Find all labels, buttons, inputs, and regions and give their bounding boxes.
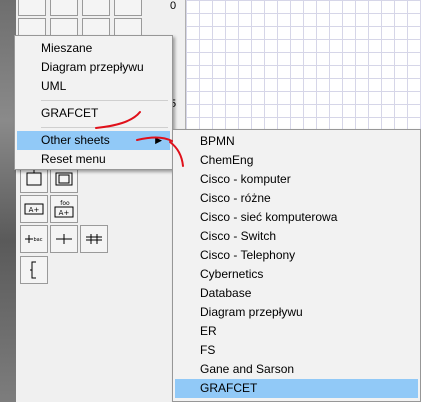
menu-item-other-sheets[interactable]: Other sheets ▶ <box>17 131 170 150</box>
menu-separator <box>41 100 168 101</box>
submenu-item-gane-and-sarson[interactable]: Gane and Sarson <box>175 360 418 379</box>
grafcet-transition-label-icon: bac <box>25 235 43 243</box>
grafcet-double-transition-icon <box>86 234 102 244</box>
menu-item-label: FS <box>200 343 216 357</box>
submenu-item-diagram-przeplywu[interactable]: Diagram przepływu <box>175 303 418 322</box>
grafcet-action-button[interactable]: A+ <box>20 195 48 223</box>
menu-item-label: Cisco - różne <box>200 191 271 205</box>
menu-item-label: Mieszane <box>41 41 93 55</box>
menu-item-label: Cisco - komputer <box>200 172 291 186</box>
grafcet-initial-step-icon <box>55 172 73 186</box>
submenu-item-cisco-siec[interactable]: Cisco - sieć komputerowa <box>175 208 418 227</box>
menu-item-label: GRAFCET <box>200 381 258 395</box>
grafcet-transition-icon <box>56 234 72 244</box>
menu-item-label: BPMN <box>200 134 235 148</box>
menu-item-diagram-przeplywu[interactable]: Diagram przepływu <box>17 58 170 77</box>
menu-item-label: Cisco - Telephony <box>200 248 296 262</box>
menu-item-mieszane[interactable]: Mieszane <box>17 39 170 58</box>
menu-item-label: ER <box>200 324 217 338</box>
menu-item-label: Other sheets <box>41 133 110 147</box>
menu-separator <box>41 127 168 128</box>
submenu-arrow-icon: ▶ <box>155 135 162 145</box>
menu-item-label: Cisco - sieć komputerowa <box>200 210 338 224</box>
menu-item-uml[interactable]: UML <box>17 77 170 96</box>
menu-item-label: Cisco - Switch <box>200 229 277 243</box>
menu-item-label: Reset menu <box>41 152 106 166</box>
menu-item-label: Diagram przepływu <box>41 60 144 74</box>
grafcet-macro-step-icon <box>30 261 36 279</box>
menu-item-label: UML <box>41 79 67 93</box>
menu-item-label: ChemEng <box>200 153 254 167</box>
submenu-item-fs[interactable]: FS <box>175 341 418 360</box>
submenu-item-grafcet[interactable]: GRAFCET <box>175 379 418 398</box>
palette-label: foo <box>60 200 70 207</box>
submenu-item-chemeng[interactable]: ChemEng <box>175 151 418 170</box>
menu-item-label: Diagram przepływu <box>200 305 303 319</box>
palette-shape-button[interactable] <box>114 0 142 16</box>
palette-shape-button[interactable] <box>50 0 78 16</box>
submenu-item-cisco-rozne[interactable]: Cisco - różne <box>175 189 418 208</box>
submenu-item-er[interactable]: ER <box>175 322 418 341</box>
grafcet-transition-button[interactable] <box>50 225 78 253</box>
menu-item-grafcet[interactable]: GRAFCET <box>17 104 170 123</box>
grafcet-action-icon: A+ <box>24 203 44 215</box>
palette-label: bac <box>34 237 43 243</box>
grafcet-step-icon <box>26 169 42 186</box>
menu-item-label: GRAFCET <box>41 106 99 120</box>
submenu-item-cybernetics[interactable]: Cybernetics <box>175 265 418 284</box>
grafcet-macro-step-button[interactable] <box>20 256 48 284</box>
menu-item-reset-menu[interactable]: Reset menu <box>17 150 170 169</box>
grafcet-conditional-action-icon: foo A+ <box>54 200 74 218</box>
grafcet-transition-label-button[interactable]: bac <box>20 225 48 253</box>
submenu-item-cisco-switch[interactable]: Cisco - Switch <box>175 227 418 246</box>
menu-item-label: Database <box>200 286 252 300</box>
submenu-item-bpmn[interactable]: BPMN <box>175 132 418 151</box>
menu-item-label: Gane and Sarson <box>200 362 295 376</box>
sheets-menu: Mieszane Diagram przepływu UML GRAFCET O… <box>14 35 173 170</box>
ruler-label: 0 <box>170 0 177 12</box>
palette-shape-button[interactable] <box>82 0 110 16</box>
grafcet-double-transition-button[interactable] <box>80 225 108 253</box>
palette-label: A+ <box>59 209 70 217</box>
grafcet-conditional-action-button[interactable]: foo A+ <box>50 195 78 223</box>
palette-shape-button[interactable] <box>18 0 46 16</box>
palette-label: A+ <box>29 206 40 214</box>
submenu-item-cisco-komputer[interactable]: Cisco - komputer <box>175 170 418 189</box>
submenu-item-cisco-telephony[interactable]: Cisco - Telephony <box>175 246 418 265</box>
other-sheets-submenu: BPMN ChemEng Cisco - komputer Cisco - ró… <box>172 129 421 402</box>
menu-item-label: Cybernetics <box>200 267 264 281</box>
submenu-item-database[interactable]: Database <box>175 284 418 303</box>
